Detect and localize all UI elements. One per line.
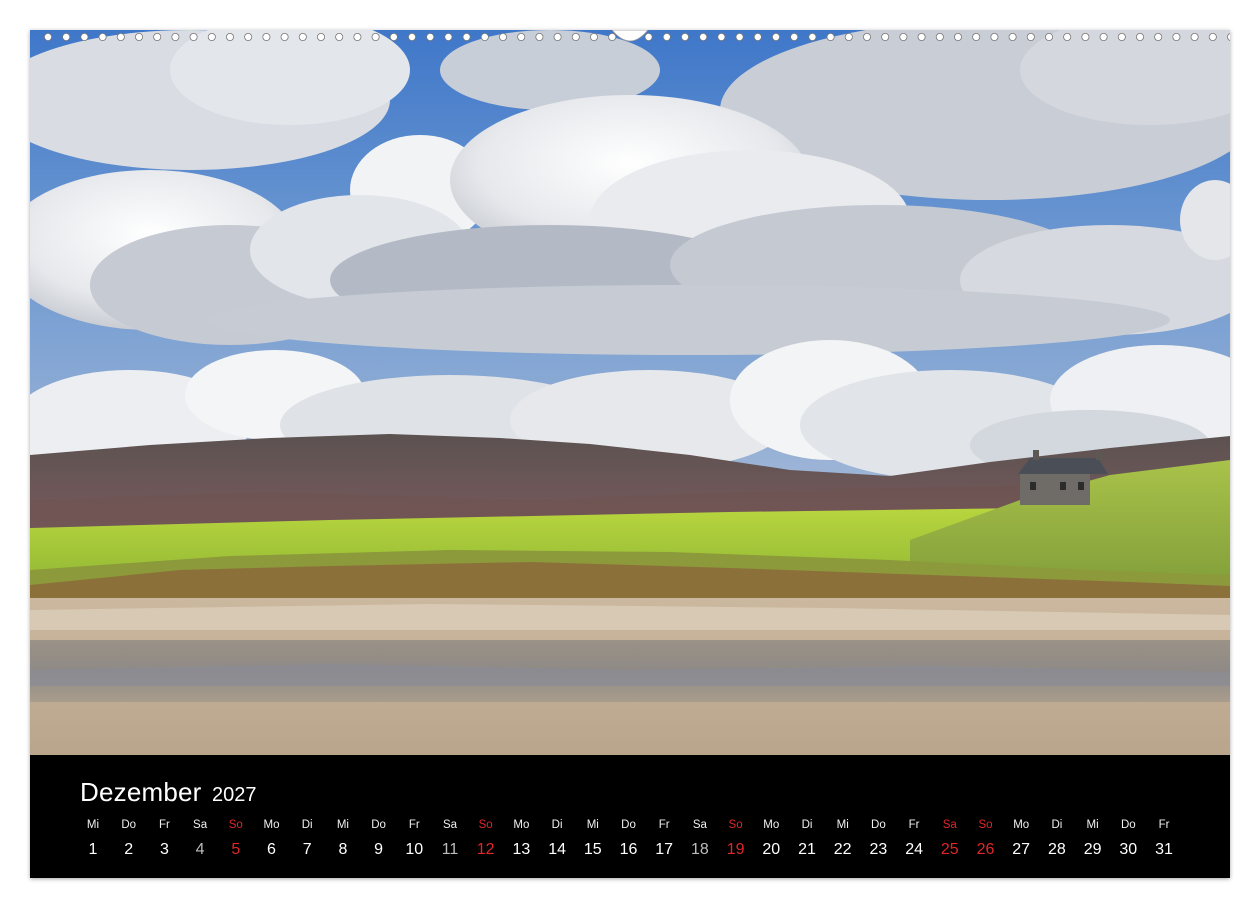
weekday-label: Do: [121, 819, 137, 831]
day-number: 16: [619, 841, 638, 858]
weekday-label: So: [978, 819, 993, 831]
weekday-label: Sa: [193, 819, 208, 831]
day-number: 11: [441, 841, 459, 858]
weekday-label: Mi: [86, 819, 100, 831]
weekday-label: Sa: [442, 819, 458, 831]
weekday-label: Mo: [513, 819, 530, 831]
day-number: 25: [940, 841, 959, 858]
weekday-label: Di: [301, 819, 313, 831]
weekday-label: Mi: [1086, 819, 1099, 831]
day-number: 9: [374, 841, 384, 858]
day-number: 1: [88, 841, 98, 858]
day-grid: Mi 1 Do 2 Fr 3 Sa 4 So 5 Mo 6 Di 7 Mi 8 Do 9 Fr 10 Sa 11 So 12 M…: [75, 819, 1185, 869]
weekday-label: Mo: [263, 819, 280, 831]
weekday-label: Sa: [942, 819, 957, 831]
weekday-label: So: [728, 819, 743, 831]
weekday-label: Do: [621, 819, 636, 831]
day-number: 21: [798, 841, 816, 858]
day-number: 22: [833, 841, 852, 858]
day-number: 28: [1047, 841, 1066, 858]
day-number: 29: [1083, 841, 1102, 858]
day-number: 13: [512, 841, 531, 858]
day-number: 17: [655, 841, 674, 858]
calendar-strip: Dezember 2027 Mi 1 Do 2 Fr 3 Sa 4 So 5 Mo 6 Di 7 Mi 8 Do…: [30, 755, 1230, 878]
calendar-title: Dezember 2027: [80, 779, 257, 805]
day-number: 31: [1155, 841, 1173, 858]
day-number: 18: [690, 841, 709, 858]
day-number: 10: [405, 841, 424, 858]
weekday-label: Fr: [158, 819, 170, 831]
weekday-label: So: [228, 819, 243, 831]
weekday-label: Fr: [908, 819, 920, 831]
weekday-label: Do: [371, 819, 386, 831]
weekday-label: Di: [551, 819, 563, 831]
weekday-label: Fr: [1158, 819, 1170, 831]
landscape-photo: [30, 30, 1230, 755]
weekday-label: Do: [1120, 819, 1136, 831]
year-label: 2027: [212, 784, 257, 806]
day-number: 24: [905, 841, 923, 858]
day-number: 6: [267, 841, 276, 858]
weekday-label: Di: [1051, 819, 1063, 831]
weekday-label: Do: [871, 819, 886, 831]
day-number: 3: [159, 841, 169, 858]
weekday-label: Di: [801, 819, 813, 831]
day-number: 7: [302, 841, 312, 858]
weekday-label: Fr: [658, 819, 670, 831]
day-number: 26: [976, 841, 995, 858]
day-number: 5: [231, 841, 241, 858]
day-number: 8: [338, 841, 348, 858]
weekday-label: Mo: [763, 819, 780, 831]
calendar-page: Dezember 2027 Mi 1 Do 2 Fr 3 Sa 4 So 5 Mo 6 Di 7 Mi 8 Do…: [30, 30, 1230, 878]
day-number: 20: [762, 841, 781, 858]
month-label: Dezember: [80, 777, 202, 807]
day-number: 30: [1119, 841, 1138, 858]
day-number: 14: [548, 841, 566, 858]
day-number: 19: [726, 841, 745, 858]
weekday-label: Mi: [336, 819, 349, 831]
day-number: 4: [195, 841, 205, 858]
day-number: 12: [476, 841, 495, 858]
weekday-label: Fr: [408, 819, 420, 831]
weekday-label: Sa: [692, 819, 707, 831]
day-number: 27: [1012, 841, 1031, 858]
weekday-label: Mo: [1013, 819, 1030, 831]
day-number: 23: [869, 841, 888, 858]
weekday-label: Mi: [836, 819, 849, 831]
day-number: 2: [124, 841, 134, 858]
day-number: 15: [583, 841, 602, 858]
weekday-label: So: [478, 819, 493, 831]
weekday-label: Mi: [586, 819, 599, 831]
